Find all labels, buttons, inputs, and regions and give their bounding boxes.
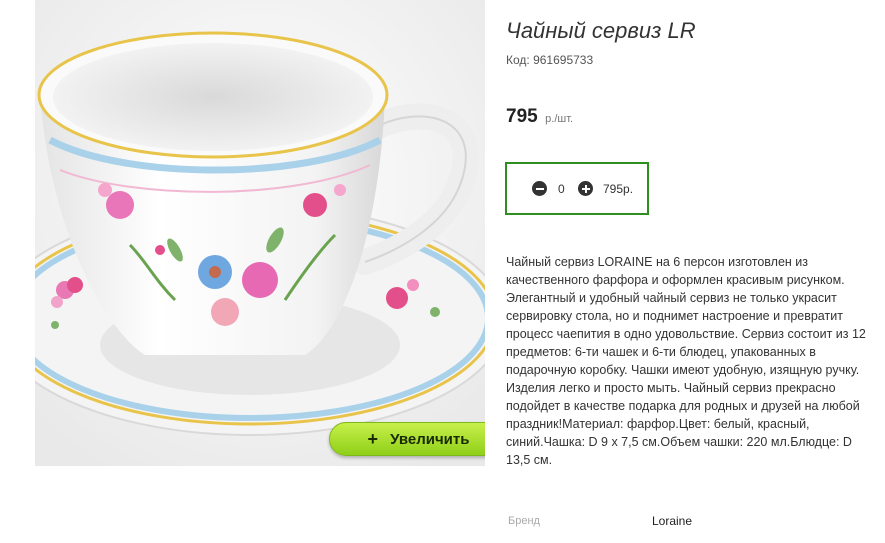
quantity-value: 0	[558, 182, 565, 196]
product-price: 795 р./шт.	[506, 106, 573, 128]
brand-value: Loraine	[652, 514, 693, 528]
zoom-label: Увеличить	[390, 430, 470, 448]
product-photo[interactable]: + Увеличить	[35, 0, 485, 466]
increase-quantity-button[interactable]	[578, 181, 593, 196]
quantity-selector: 0 795р.	[505, 162, 649, 215]
product-title: Чайный сервиз LR	[506, 18, 696, 43]
price-unit: р./шт.	[545, 113, 574, 125]
product-code: Код: 961695733	[506, 53, 594, 67]
minus-icon	[535, 187, 544, 190]
plus-icon: +	[367, 428, 379, 449]
zoom-button[interactable]: + Увеличить	[329, 422, 485, 456]
price-value: 795	[506, 106, 538, 127]
product-description: Чайный сервиз LORAINE на 6 персон изгото…	[506, 255, 866, 467]
teacup-image	[35, 0, 485, 466]
brand-label: Бренд	[508, 515, 540, 527]
decrease-quantity-button[interactable]	[532, 181, 547, 196]
cart-sum: 795р.	[603, 182, 634, 196]
